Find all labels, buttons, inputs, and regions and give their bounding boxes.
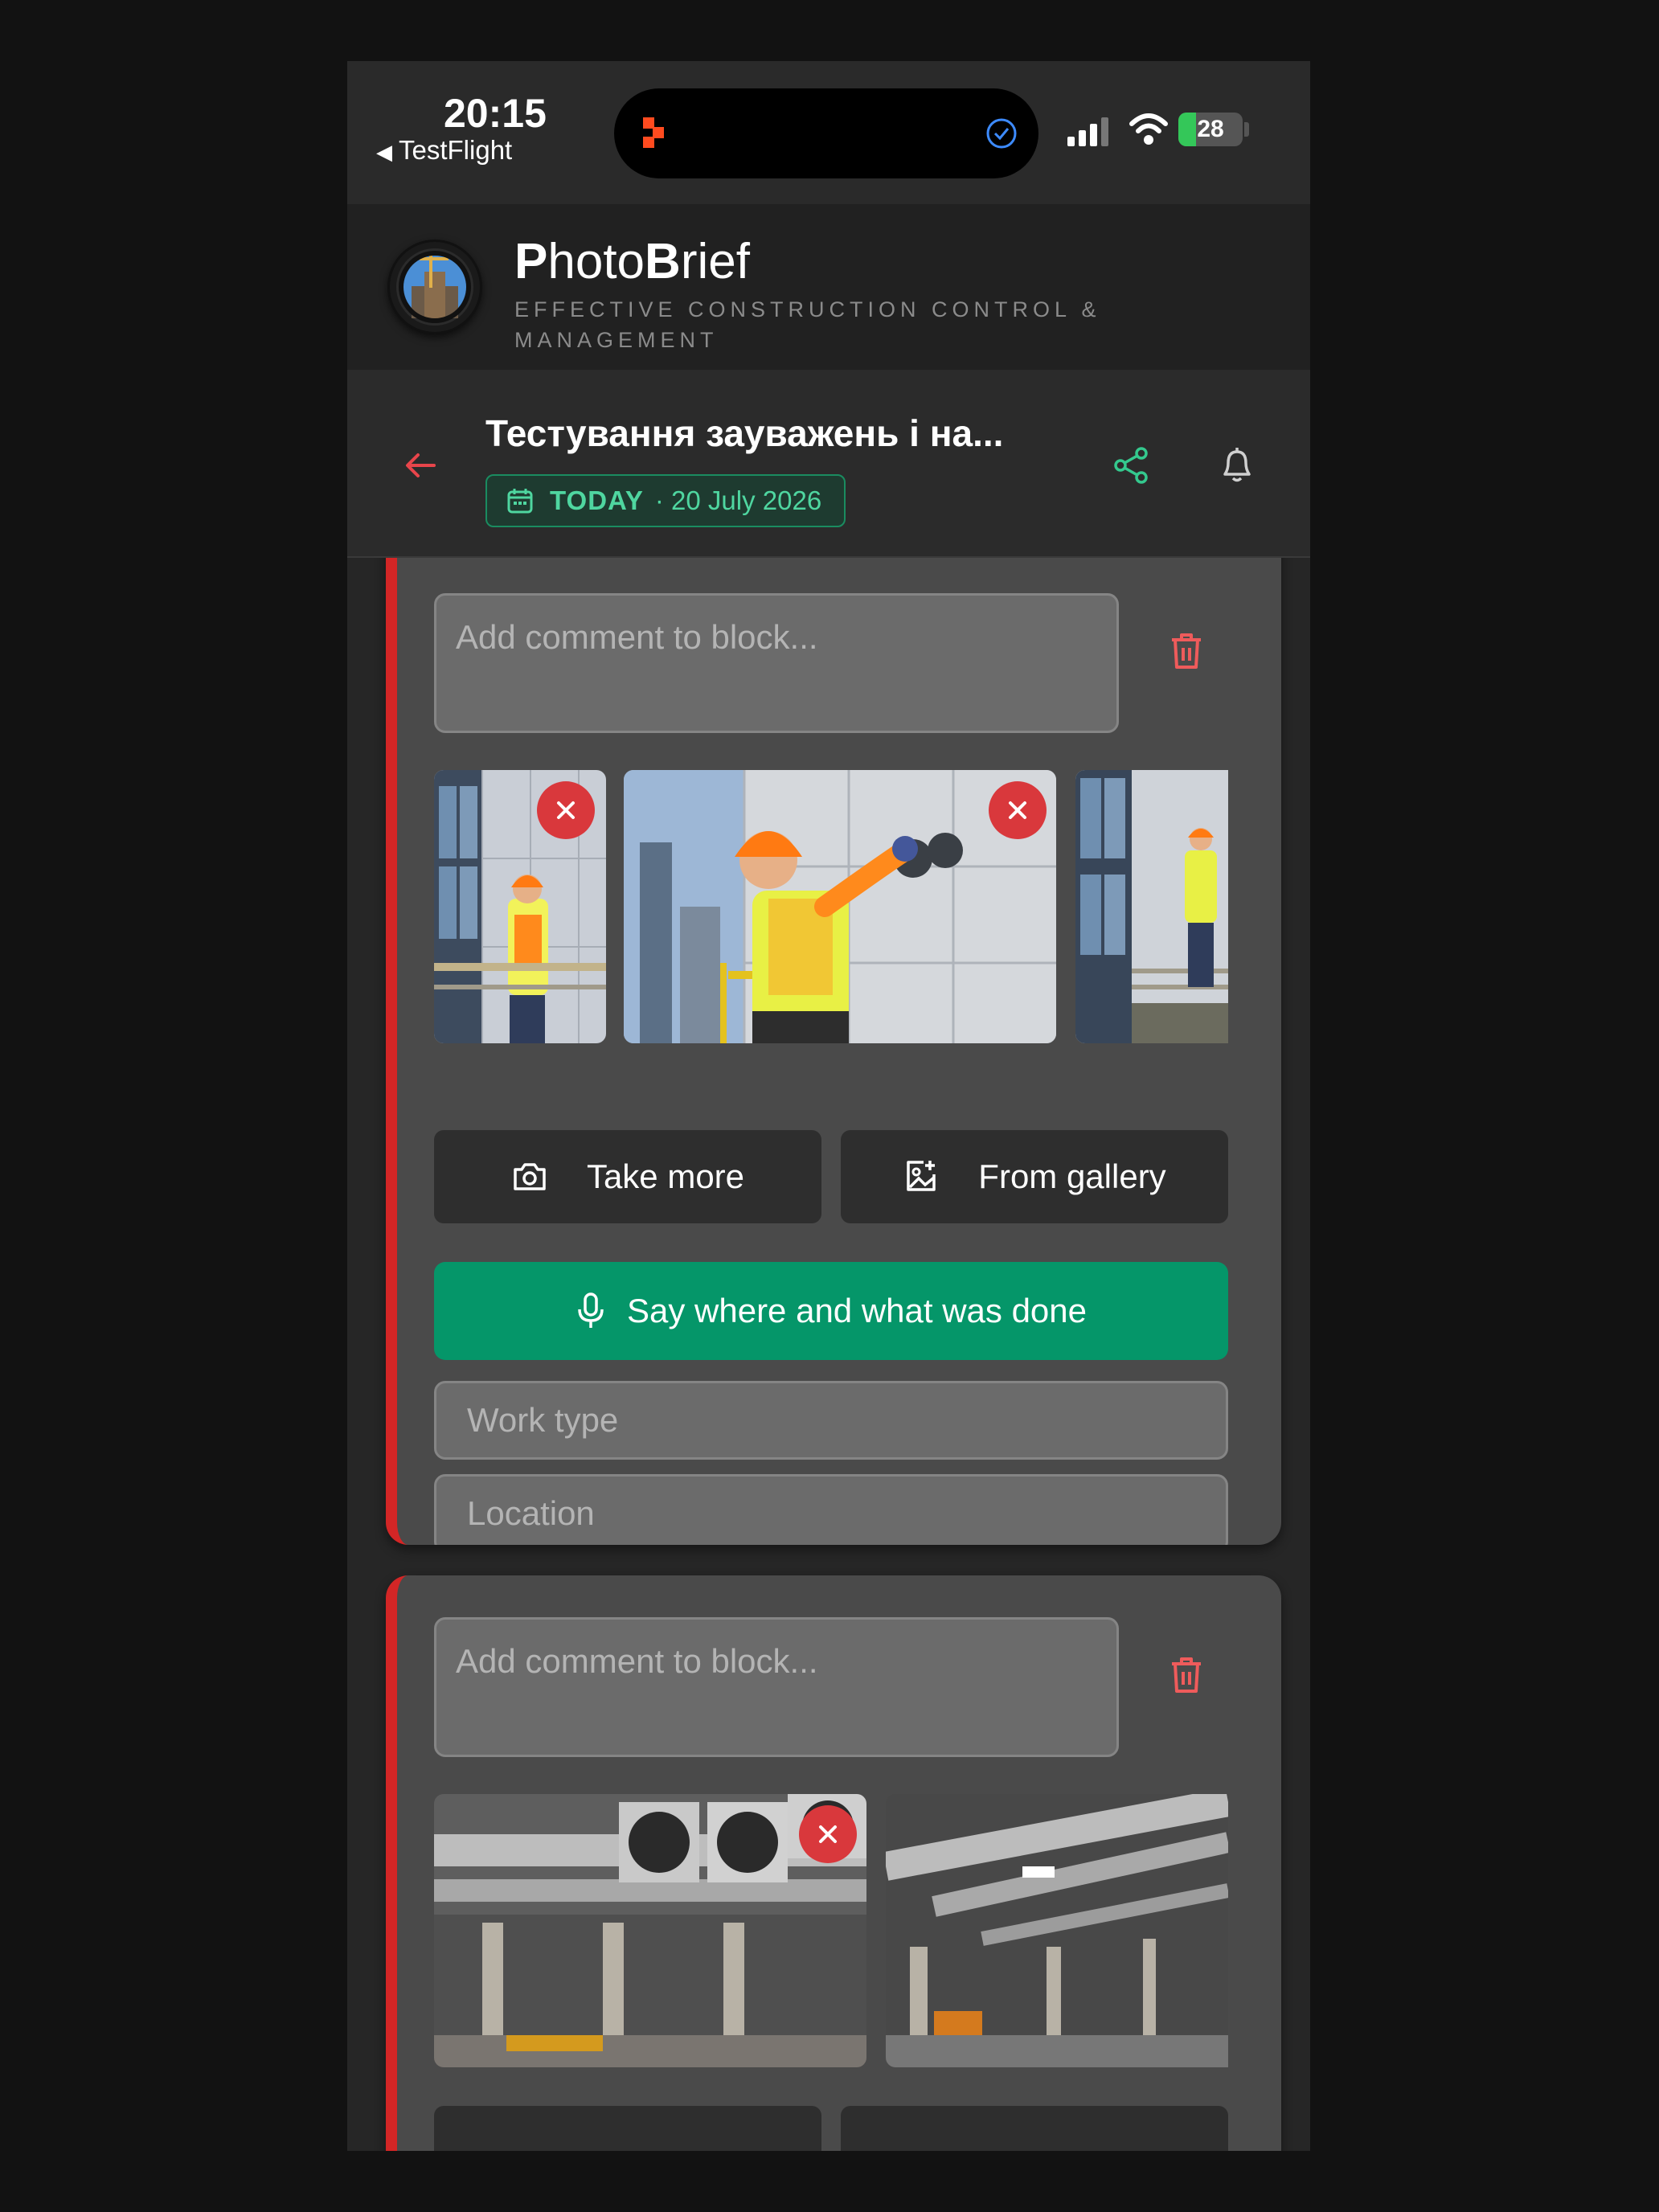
battery-indicator: 28: [1178, 113, 1243, 146]
date-chip[interactable]: TODAY · 20 July 2026: [485, 474, 846, 527]
close-icon: [819, 1825, 837, 1843]
app-logo: [387, 240, 482, 334]
from-gallery-label: From gallery: [978, 1157, 1166, 1195]
back-triangle-icon: ◀: [376, 140, 392, 164]
brand-text-2: rief: [680, 234, 750, 289]
trash-icon[interactable]: [1167, 630, 1206, 672]
dynamic-island: [614, 88, 1038, 178]
app-brand-name: PhotoBrief: [514, 233, 750, 290]
camera-icon: [514, 1163, 546, 1190]
cellular-signal-icon: [1067, 117, 1108, 146]
page-header: Тестування зауважень і на... TODAY · 20 …: [347, 370, 1310, 558]
photo-block: Add comment to block...: [386, 1575, 1281, 2151]
close-icon: [557, 801, 575, 819]
voice-input-button[interactable]: Say where and what was done: [434, 1262, 1228, 1360]
app-header: PhotoBrief EFFECTIVE CONSTRUCTION CONTRO…: [347, 204, 1310, 370]
blocks-list[interactable]: Add comment to block... Take more From g…: [347, 558, 1310, 2151]
location-input[interactable]: Location: [434, 1474, 1228, 1545]
date-today-label: TODAY: [550, 485, 644, 515]
take-more-label: Take more: [586, 1157, 745, 1195]
gallery-add-icon: [907, 1161, 936, 1191]
voice-button-label: Say where and what was done: [626, 1292, 1088, 1329]
bell-icon[interactable]: [1217, 444, 1257, 485]
back-to-app-link[interactable]: ◀ TestFlight: [376, 135, 512, 166]
photo-thumbnail[interactable]: [886, 1794, 1228, 2067]
photo-thumbnail[interactable]: [434, 1794, 866, 2067]
calendar-icon: [507, 489, 533, 514]
photo-thumbnail[interactable]: [1075, 770, 1228, 1043]
app-tagline: EFFECTIVE CONSTRUCTION CONTROL & MANAGEM…: [514, 297, 1101, 352]
take-more-button[interactable]: [434, 2106, 821, 2151]
photo-thumbnail[interactable]: [434, 770, 606, 1043]
remove-photo-button[interactable]: [537, 781, 595, 839]
from-gallery-button[interactable]: [841, 2106, 1228, 2151]
brand-text-1: hoto: [547, 234, 645, 289]
remove-photo-button[interactable]: [799, 1805, 857, 1863]
brand-letter-b: B: [645, 234, 681, 289]
block-comment-input[interactable]: Add comment to block...: [434, 593, 1119, 733]
from-gallery-button[interactable]: From gallery: [841, 1130, 1228, 1223]
trash-icon[interactable]: [1167, 1654, 1206, 1696]
work-type-input[interactable]: Work type: [434, 1381, 1228, 1460]
testflight-icon: [643, 117, 664, 148]
status-bar: 20:15 ◀ TestFlight 28: [347, 61, 1310, 204]
photo-block: Add comment to block...: [386, 558, 1281, 1545]
page-title: Тестування зауважень і на...: [485, 412, 1004, 454]
status-time: 20:15: [444, 91, 547, 136]
brand-letter-p: P: [514, 234, 548, 289]
photo-actions: [397, 2106, 1281, 2151]
close-icon: [1009, 801, 1026, 819]
share-icon[interactable]: [1111, 445, 1151, 485]
microphone-icon: [578, 1292, 604, 1328]
battery-nub: [1244, 122, 1249, 137]
wifi-icon: [1129, 113, 1168, 145]
back-arrow-icon[interactable]: [402, 447, 439, 484]
photo-thumbnail[interactable]: [624, 770, 1056, 1043]
back-app-label: TestFlight: [399, 135, 513, 165]
check-circle-icon: [986, 118, 1017, 149]
date-value: · 20 July 2026: [654, 485, 822, 515]
remove-photo-button[interactable]: [989, 781, 1047, 839]
photo-actions: Take more From gallery: [397, 1130, 1281, 1223]
block-comment-input[interactable]: Add comment to block...: [434, 1617, 1119, 1757]
battery-percent: 28: [1197, 116, 1224, 142]
phone-screen: 20:15 ◀ TestFlight 28 PhotoBrief EFFECTI…: [347, 61, 1310, 2151]
take-more-button[interactable]: Take more: [434, 1130, 821, 1223]
